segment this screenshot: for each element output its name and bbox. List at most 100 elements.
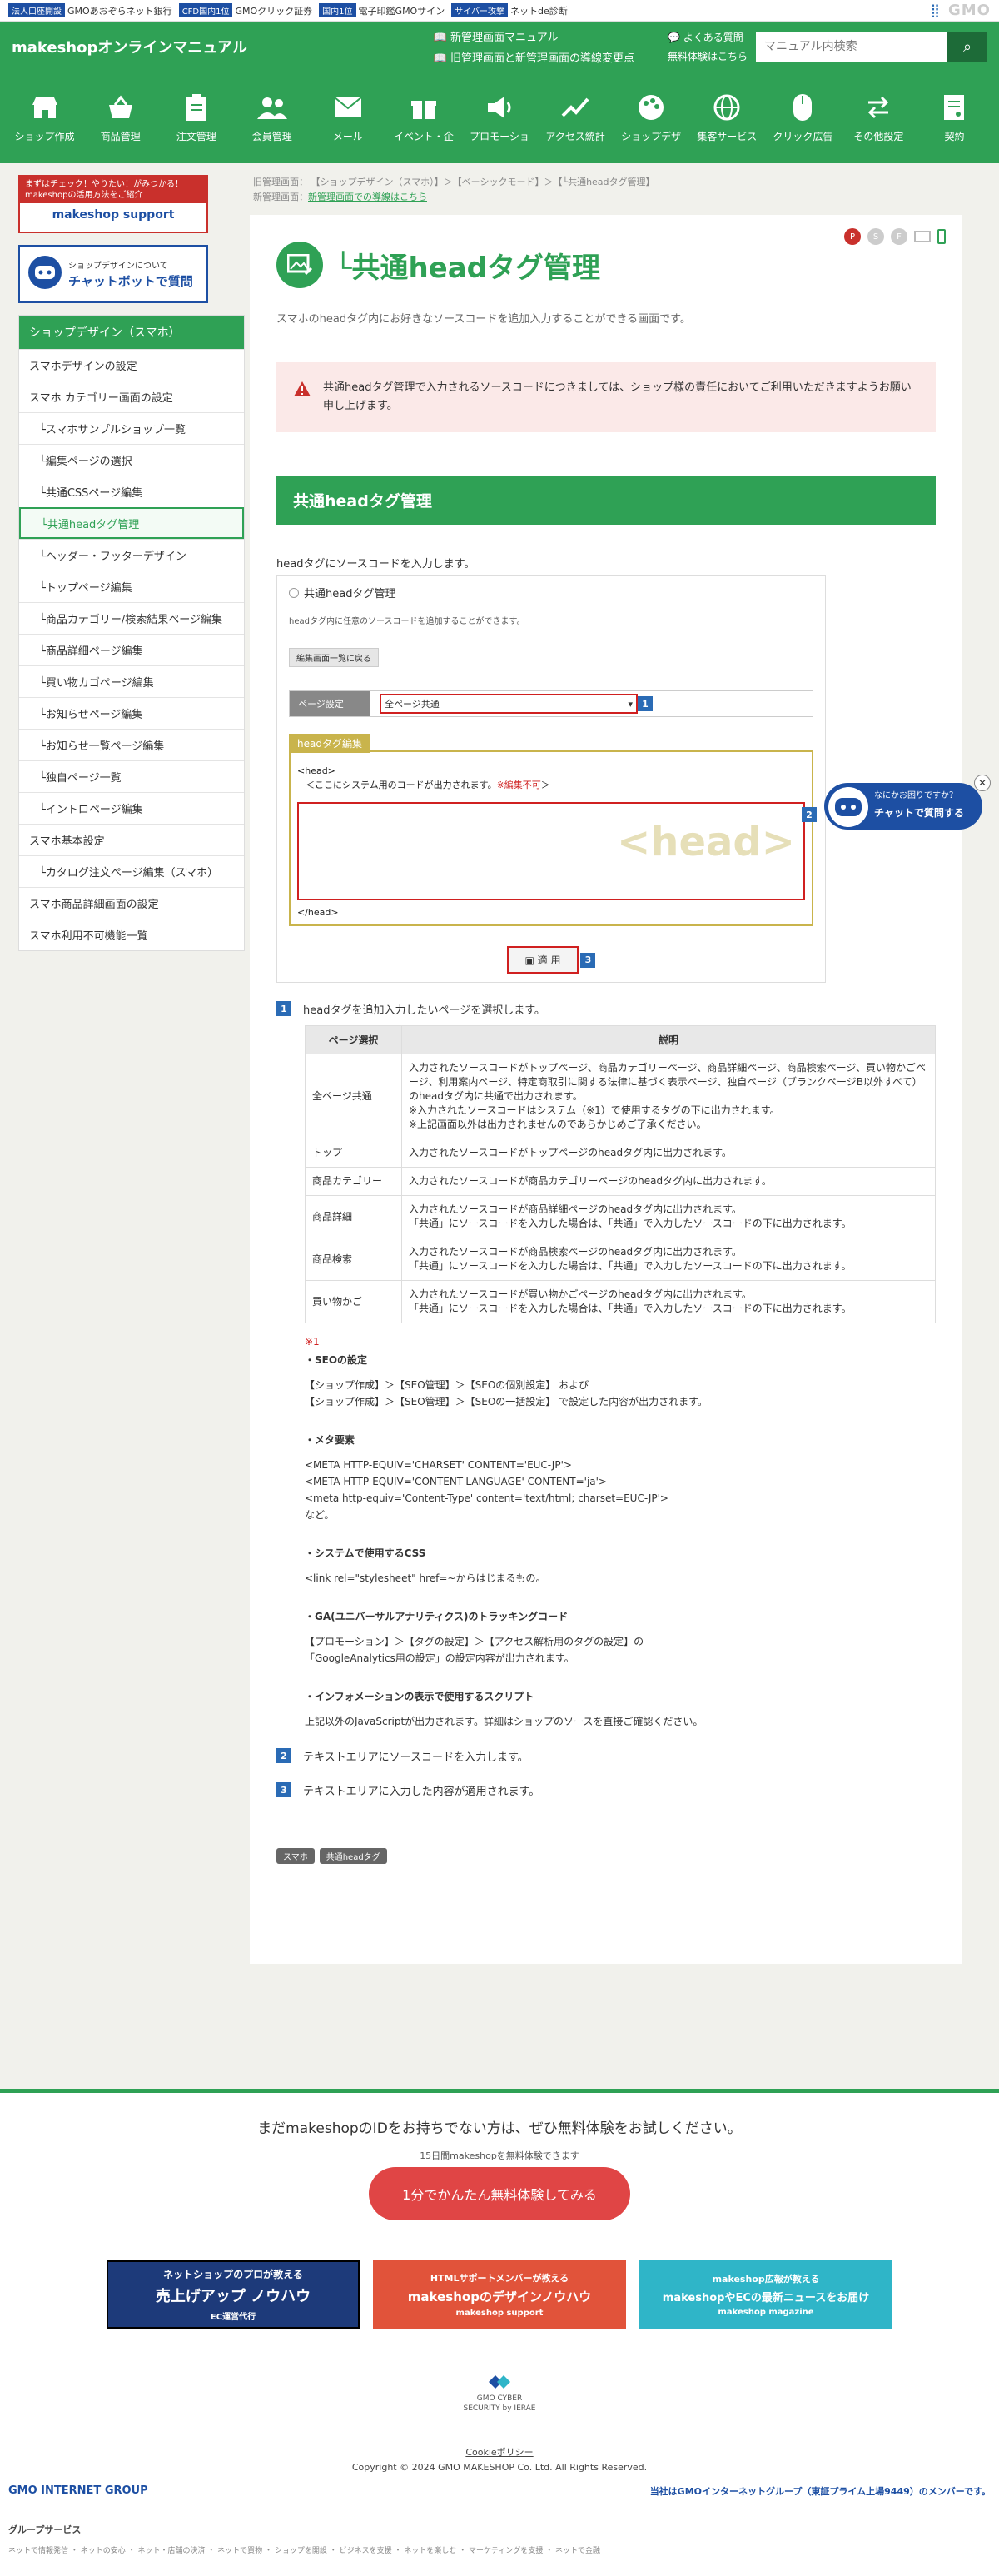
site-logo[interactable]: makeshopオンラインマニュアル — [12, 36, 247, 57]
note-text: <link rel="stylesheet" href=~からはじまるもの。 — [305, 1572, 546, 1584]
question-icon: 💬 — [667, 32, 683, 43]
dropdown-arrow-icon: ▾ — [628, 698, 633, 710]
nav-item-access[interactable]: アクセス統計 — [538, 72, 614, 163]
new-admin-route-link[interactable]: 新管理画面での導線はこちら — [308, 192, 427, 202]
nav-item-shop[interactable]: ショップ作成 — [7, 72, 82, 163]
page-select-value: 全ページ共通 — [385, 699, 440, 710]
table-header: ページ選択 — [305, 1025, 402, 1054]
sidebar-item[interactable]: スマホ カテゴリー画面の設定 — [19, 381, 244, 412]
clipboard-icon — [181, 92, 211, 122]
chatbot-banner[interactable]: ショップデザインについて チャットボットで質問 — [18, 245, 208, 303]
note-heading: ・SEOの設定 — [305, 1354, 368, 1366]
admin-change-link[interactable]: 📖 旧管理画面と新管理画面の導線変更点 — [434, 49, 634, 65]
table-cell: 入力されたソースコードがトップページ、商品カテゴリーページ、商品詳細ページ、商品… — [401, 1054, 936, 1139]
sidebar-item[interactable]: └独自ページ一覧 — [19, 760, 244, 792]
group-services-heading: グループサービス — [8, 2524, 82, 2535]
nav-item-event[interactable]: イベント・企 — [385, 72, 461, 163]
tag-link[interactable]: スマホ — [276, 1848, 315, 1864]
nav-item-design[interactable]: ショップデザ — [614, 72, 689, 163]
warning-alert: 共通headタグ管理で入力されるソースコードにつきましては、ショップ様の責任にお… — [276, 362, 936, 432]
article-panel: P S F └共通headタグ管理 スマホのheadタグ内にお好きなソースコード… — [250, 215, 962, 1964]
gmo-link[interactable]: 法人口座開設 GMOあおぞらネット銀行 — [8, 3, 172, 17]
sidebar-item[interactable]: スマホ利用不可機能一覧 — [19, 919, 244, 950]
gmo-logo[interactable]: GMO — [948, 2, 991, 19]
table-cell: 入力されたソースコードが買い物かごページのheadタグ内に出力されます。 「共通… — [401, 1280, 936, 1323]
notes: ※1 ・SEOの設定 【ショップ作成】＞【SEO管理】＞【SEOの個別設定】 お… — [305, 1333, 936, 1730]
sidebar-item[interactable]: └編集ページの選択 — [19, 444, 244, 476]
sidebar-item[interactable]: スマホ商品詳細画面の設定 — [19, 887, 244, 919]
nav-item-contract[interactable]: 契約 — [917, 72, 992, 163]
sidebar-item[interactable]: └ヘッダー・フッターデザイン — [19, 539, 244, 571]
main-content: 旧管理画面： 【ショップデザイン（スマホ）】＞【ベーシックモード】＞【└共通he… — [250, 175, 962, 1964]
faq-link[interactable]: 💬 よくある質問 — [668, 30, 748, 44]
nav-item-members[interactable]: 会員管理 — [234, 72, 310, 163]
sidebar-item[interactable]: └商品カテゴリー/検索結果ページ編集 — [19, 602, 244, 634]
nav-item-products[interactable]: 商品管理 — [82, 72, 158, 163]
news-banner[interactable]: makeshop広報が教える makeshopやECの最新ニュースをお届け ma… — [639, 2260, 892, 2329]
search-button[interactable]: ⌕ — [947, 32, 987, 62]
sidebar: まずはチェック！やりたい！がみつかる！ makeshopの活用方法をご紹介 ma… — [18, 175, 245, 951]
code-line: <head> — [297, 765, 335, 776]
sidebar-item[interactable]: └お知らせ一覧ページ編集 — [19, 729, 244, 760]
sidebar-item[interactable]: └お知らせページ編集 — [19, 697, 244, 729]
gmo-link[interactable]: 国内1位 電子印鑑GMOサイン — [319, 3, 445, 17]
chat-float-widget[interactable]: ✕ なにかお困りですか？ チャットで質問する — [824, 775, 991, 833]
sidebar-item[interactable]: └スマホサンプルショップ一覧 — [19, 412, 244, 444]
sidebar-item[interactable]: └共通headタグ管理 — [19, 507, 244, 539]
step-text: headタグを追加入力したいページを選択します。 — [303, 1004, 545, 1017]
cookie-policy-link[interactable]: Cookieポリシー — [0, 2445, 999, 2459]
footer-cta: まだmakeshopのIDをお持ちでない方は、ぜひ無料体験をお試しください。 1… — [0, 2089, 999, 2489]
note-text: 上記以外のJavaScriptが出力されます。詳細はショップのソースを直接ご確認… — [305, 1716, 703, 1727]
banner-text: makeshop support — [455, 2309, 544, 2318]
radio-label: 共通headタグ管理 — [304, 588, 396, 600]
code-note: ※編集不可 — [496, 780, 541, 790]
megaphone-icon — [485, 92, 514, 122]
arrows-icon — [863, 92, 893, 122]
page-select-table: ページ選択 説明 全ページ共通 入力されたソースコードがトップページ、商品カテゴリー… — [305, 1025, 936, 1323]
nav-item-click-ads[interactable]: クリック広告 — [765, 72, 841, 163]
nav-item-orders[interactable]: 注文管理 — [158, 72, 234, 163]
sidebar-item[interactable]: スマホデザインの設定 — [19, 349, 244, 381]
knowhow-banner[interactable]: ネットショップのプロが教える 売上げアップ ノウハウ EC運営代行 — [107, 2260, 360, 2329]
support-banner[interactable]: まずはチェック！やりたい！がみつかる！ makeshopの活用方法をご紹介 ma… — [18, 175, 208, 233]
search-input[interactable] — [756, 32, 947, 62]
gmo-group-logo[interactable]: GMO INTERNET GROUP — [8, 2484, 148, 2498]
cta-question: まだmakeshopのIDをお持ちでない方は、ぜひ無料体験をお試しください。 — [257, 2120, 742, 2137]
gmo-link[interactable]: CFD国内1位 GMOクリック証券 — [178, 3, 312, 17]
design-knowhow-banner[interactable]: HTMLサポートメンバーが教える makeshopのデザインノウハウ makes… — [373, 2260, 626, 2329]
head-textarea: <head> 2 — [297, 802, 817, 900]
side-nav: ショップデザイン（スマホ） スマホデザインの設定 スマホ カテゴリー画面の設定 └ス… — [18, 315, 245, 951]
banner-text: EC運営代行 — [210, 2313, 256, 2322]
group-services-links[interactable]: ネットで情報発信 ・ ネットの安心 ・ ネット・店舗の決済 ・ ネットで買物 ・… — [0, 2544, 999, 2555]
sidebar-item[interactable]: └商品詳細ページ編集 — [19, 634, 244, 665]
note-text: 【ショップ作成】＞【SEO管理】＞【SEOの一括設定】 で設定した内容が出力され… — [305, 1396, 708, 1408]
back-to-list-button: 編集画面一覧に戻る — [289, 648, 379, 667]
code-line: ＞ — [540, 780, 550, 790]
trial-link[interactable]: 無料体験はこちら — [668, 49, 748, 63]
step-number: 2 — [276, 1748, 291, 1763]
note-text: など。 — [305, 1509, 335, 1521]
nav-item-attract[interactable]: 集客サービス — [689, 72, 765, 163]
grid-menu-icon[interactable]: ⣿ — [930, 2, 940, 18]
tag-link[interactable]: 共通headタグ — [319, 1848, 387, 1864]
editor-tab: headタグ編集 — [289, 734, 370, 753]
page-title: └共通headタグ管理 — [335, 251, 601, 285]
step-1: 1 headタグを追加入力したいページを選択します。 — [276, 1001, 936, 1017]
head-editor: headタグ編集 <head> ＜ここにシステム用のコードが出力されます。※編集… — [289, 734, 817, 926]
page-setting-label: ページ設定 — [290, 691, 370, 716]
nav-item-other[interactable]: その他設定 — [841, 72, 917, 163]
sidebar-item[interactable]: └買い物カゴページ編集 — [19, 665, 244, 697]
nav-item-mail[interactable]: メール — [310, 72, 385, 163]
sidebar-item[interactable]: └共通CSSページ編集 — [19, 476, 244, 507]
new-admin-manual-link[interactable]: 📖 新管理画面マニュアル — [434, 28, 634, 44]
sidebar-item[interactable]: └トップページ編集 — [19, 571, 244, 602]
contract-icon — [939, 92, 969, 122]
sidebar-item[interactable]: └カタログ注文ページ編集（スマホ） — [19, 855, 244, 887]
table-cell: 入力されたソースコードが商品詳細ページのheadタグ内に出力されます。 「共通」… — [401, 1195, 936, 1238]
sidebar-item[interactable]: └イントロページ編集 — [19, 792, 244, 824]
nav-item-promotion[interactable]: プロモーショ — [461, 72, 537, 163]
free-trial-button[interactable]: 1分でかんたん無料体験してみる — [369, 2167, 630, 2220]
gmo-link[interactable]: サイバー攻撃 ネットde診断 — [451, 3, 568, 17]
sidebar-item[interactable]: スマホ基本設定 — [19, 824, 244, 855]
close-icon[interactable]: ✕ — [974, 775, 991, 791]
